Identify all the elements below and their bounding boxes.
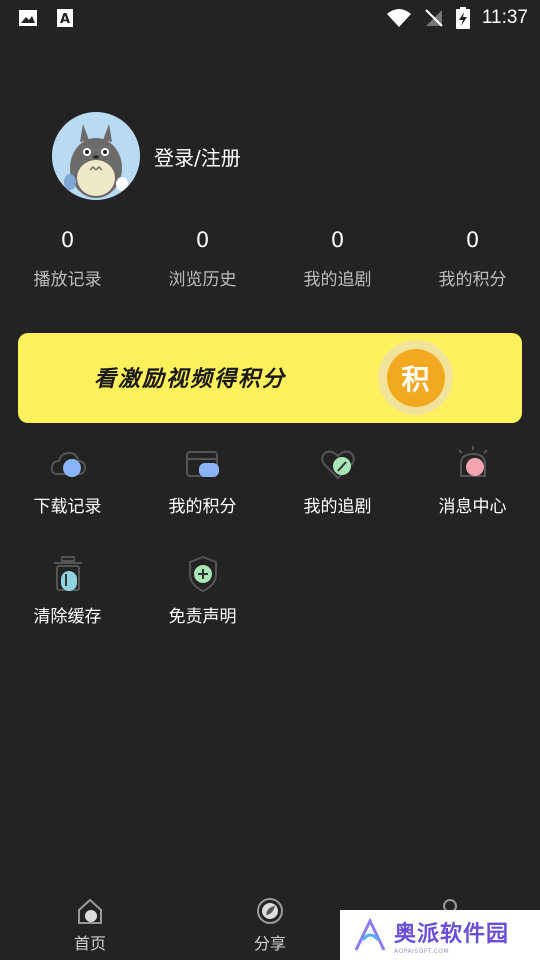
cloud-download-icon <box>50 451 86 477</box>
login-register-link[interactable]: 登录/注册 <box>154 142 241 171</box>
nav-home[interactable]: 首页 <box>0 890 180 960</box>
font-icon: A <box>57 9 73 27</box>
menu-label: 下载记录 <box>33 497 102 517</box>
bell-icon <box>457 446 488 477</box>
gallery-icon <box>19 10 37 26</box>
stat-label: 我的追剧 <box>303 270 372 290</box>
stat-play-history[interactable]: 0 播放记录 <box>0 225 135 290</box>
stat-value: 0 <box>330 228 345 252</box>
avatar[interactable] <box>52 112 140 200</box>
stat-value: 0 <box>60 228 75 252</box>
menu-message-center[interactable]: 消息中心 <box>405 440 540 550</box>
status-bar: A 11:37 <box>0 0 540 36</box>
stat-value: 0 <box>465 228 480 252</box>
shield-plus-icon <box>188 555 217 593</box>
stat-my-series[interactable]: 0 我的追剧 <box>270 225 405 290</box>
menu-label: 我的积分 <box>168 497 237 517</box>
heart-icon <box>320 450 355 480</box>
nav-label: 首页 <box>73 934 106 953</box>
stat-browse-history[interactable]: 0 浏览历史 <box>135 225 270 290</box>
stats-row: 0 播放记录 0 浏览历史 0 我的追剧 0 我的积分 <box>0 225 540 290</box>
battery-charging-icon <box>455 7 470 29</box>
home-icon <box>78 898 102 924</box>
watermark-logo-icon <box>354 918 386 951</box>
wifi-icon <box>386 9 411 27</box>
menu-disclaimer[interactable]: 免责声明 <box>135 550 270 660</box>
points-coin-icon: 积 <box>378 340 453 415</box>
totoro-avatar-icon <box>52 112 140 200</box>
menu-my-points[interactable]: 我的积分 <box>135 440 270 550</box>
site-watermark: 奥派软件园 AOPAISOFT.COM <box>340 910 540 960</box>
menu-label: 清除缓存 <box>33 607 102 627</box>
menu-label: 消息中心 <box>438 497 507 517</box>
svg-text:A: A <box>60 12 70 27</box>
compass-icon <box>257 898 283 924</box>
card-icon <box>185 451 219 477</box>
reward-video-banner[interactable]: 看激励视频得积分 积 <box>18 333 522 423</box>
stat-value: 0 <box>195 228 210 252</box>
status-time: 11:37 <box>481 7 528 28</box>
feature-grid: 下载记录 我的积分 我的追剧 消息中心 清除缓存 免责声明 <box>0 440 540 660</box>
watermark-subtitle: AOPAISOFT.COM <box>394 947 450 955</box>
menu-download-history[interactable]: 下载记录 <box>0 440 135 550</box>
nav-label: 分享 <box>253 934 286 953</box>
no-signal-icon <box>425 9 443 27</box>
stat-label: 浏览历史 <box>168 270 237 290</box>
nav-share[interactable]: 分享 <box>180 890 360 960</box>
trash-icon <box>53 556 82 591</box>
menu-label: 免责声明 <box>168 607 237 627</box>
stat-my-points[interactable]: 0 我的积分 <box>405 225 540 290</box>
watermark-title: 奥派软件园 <box>394 921 510 947</box>
menu-my-series[interactable]: 我的追剧 <box>270 440 405 550</box>
banner-text: 看激励视频得积分 <box>94 366 287 392</box>
menu-clear-cache[interactable]: 清除缓存 <box>0 550 135 660</box>
stat-label: 播放记录 <box>33 270 102 290</box>
menu-label: 我的追剧 <box>303 497 372 517</box>
profile-header[interactable]: 登录/注册 <box>52 112 241 200</box>
coin-label: 积 <box>386 348 445 407</box>
stat-label: 我的积分 <box>438 270 507 290</box>
